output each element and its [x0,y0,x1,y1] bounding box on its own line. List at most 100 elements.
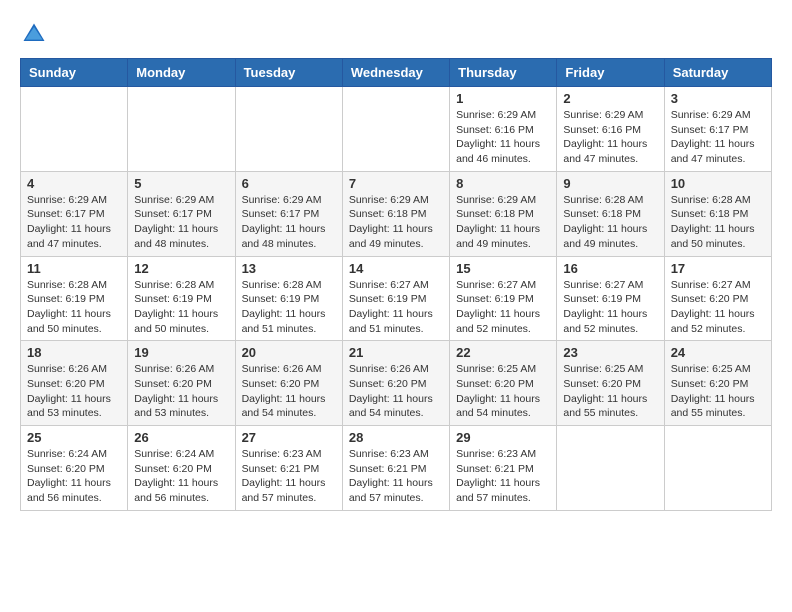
day-cell: 13 Sunrise: 6:28 AM Sunset: 6:19 PM Dayli… [235,256,342,341]
day-cell: 10 Sunrise: 6:28 AM Sunset: 6:18 PM Dayli… [664,171,771,256]
day-cell: 3Sunrise: 6:29 AM Sunset: 6:17 PM Daylig… [664,87,771,172]
logo [20,20,52,48]
day-number: 21 [349,345,443,360]
day-info: Sunrise: 6:29 AM Sunset: 6:18 PM Dayligh… [349,193,443,252]
day-cell [664,426,771,511]
day-number: 18 [27,345,121,360]
day-number: 23 [563,345,657,360]
day-info: Sunrise: 6:23 AM Sunset: 6:21 PM Dayligh… [349,447,443,506]
day-info: Sunrise: 6:29 AM Sunset: 6:17 PM Dayligh… [242,193,336,252]
logo-icon [20,20,48,48]
day-info: Sunrise: 6:29 AM Sunset: 6:17 PM Dayligh… [134,193,228,252]
day-info: Sunrise: 6:23 AM Sunset: 6:21 PM Dayligh… [456,447,550,506]
week-row-2: 4 Sunrise: 6:29 AM Sunset: 6:17 PM Daylig… [21,171,772,256]
day-cell: 21 Sunrise: 6:26 AM Sunset: 6:20 PM Dayli… [342,341,449,426]
day-number: 10 [671,176,765,191]
day-cell: 27 Sunrise: 6:23 AM Sunset: 6:21 PM Dayli… [235,426,342,511]
day-number: 25 [27,430,121,445]
day-number: 20 [242,345,336,360]
day-cell: 25 Sunrise: 6:24 AM Sunset: 6:20 PM Dayli… [21,426,128,511]
day-number: 7 [349,176,443,191]
day-info: Sunrise: 6:26 AM Sunset: 6:20 PM Dayligh… [27,362,121,421]
day-cell: 18 Sunrise: 6:26 AM Sunset: 6:20 PM Dayli… [21,341,128,426]
header-cell-sunday: Sunday [21,59,128,87]
day-number: 2 [563,91,657,106]
day-number: 13 [242,261,336,276]
day-info: Sunrise: 6:23 AM Sunset: 6:21 PM Dayligh… [242,447,336,506]
header-cell-wednesday: Wednesday [342,59,449,87]
day-cell: 8 Sunrise: 6:29 AM Sunset: 6:18 PM Daylig… [450,171,557,256]
day-cell [342,87,449,172]
day-cell: 14 Sunrise: 6:27 AM Sunset: 6:19 PM Dayli… [342,256,449,341]
day-cell: 6 Sunrise: 6:29 AM Sunset: 6:17 PM Daylig… [235,171,342,256]
day-number: 16 [563,261,657,276]
header-cell-monday: Monday [128,59,235,87]
day-cell: 17Sunrise: 6:27 AM Sunset: 6:20 PM Dayli… [664,256,771,341]
day-number: 14 [349,261,443,276]
day-number: 5 [134,176,228,191]
header-cell-saturday: Saturday [664,59,771,87]
day-cell: 5 Sunrise: 6:29 AM Sunset: 6:17 PM Daylig… [128,171,235,256]
day-cell: 2 Sunrise: 6:29 AM Sunset: 6:16 PM Daylig… [557,87,664,172]
day-cell: 22 Sunrise: 6:25 AM Sunset: 6:20 PM Dayli… [450,341,557,426]
day-cell [557,426,664,511]
day-info: Sunrise: 6:28 AM Sunset: 6:18 PM Dayligh… [671,193,765,252]
header-row: SundayMondayTuesdayWednesdayThursdayFrid… [21,59,772,87]
day-number: 22 [456,345,550,360]
day-number: 29 [456,430,550,445]
day-info: Sunrise: 6:29 AM Sunset: 6:16 PM Dayligh… [563,108,657,167]
day-info: Sunrise: 6:24 AM Sunset: 6:20 PM Dayligh… [134,447,228,506]
day-info: Sunrise: 6:25 AM Sunset: 6:20 PM Dayligh… [671,362,765,421]
day-number: 8 [456,176,550,191]
day-info: Sunrise: 6:25 AM Sunset: 6:20 PM Dayligh… [456,362,550,421]
day-info: Sunrise: 6:28 AM Sunset: 6:19 PM Dayligh… [242,278,336,337]
page-header [20,20,772,48]
day-number: 24 [671,345,765,360]
day-info: Sunrise: 6:27 AM Sunset: 6:19 PM Dayligh… [563,278,657,337]
day-number: 27 [242,430,336,445]
day-cell: 15Sunrise: 6:27 AM Sunset: 6:19 PM Dayli… [450,256,557,341]
day-info: Sunrise: 6:28 AM Sunset: 6:19 PM Dayligh… [134,278,228,337]
day-info: Sunrise: 6:28 AM Sunset: 6:19 PM Dayligh… [27,278,121,337]
day-number: 12 [134,261,228,276]
day-number: 28 [349,430,443,445]
day-cell: 12 Sunrise: 6:28 AM Sunset: 6:19 PM Dayli… [128,256,235,341]
day-number: 3 [671,91,765,106]
day-cell: 19 Sunrise: 6:26 AM Sunset: 6:20 PM Dayli… [128,341,235,426]
header-cell-tuesday: Tuesday [235,59,342,87]
week-row-3: 11Sunrise: 6:28 AM Sunset: 6:19 PM Dayli… [21,256,772,341]
day-info: Sunrise: 6:29 AM Sunset: 6:18 PM Dayligh… [456,193,550,252]
day-number: 4 [27,176,121,191]
day-cell [21,87,128,172]
week-row-4: 18 Sunrise: 6:26 AM Sunset: 6:20 PM Dayli… [21,341,772,426]
week-row-1: 1Sunrise: 6:29 AM Sunset: 6:16 PM Daylig… [21,87,772,172]
day-cell: 29 Sunrise: 6:23 AM Sunset: 6:21 PM Dayli… [450,426,557,511]
day-info: Sunrise: 6:28 AM Sunset: 6:18 PM Dayligh… [563,193,657,252]
day-number: 19 [134,345,228,360]
header-cell-thursday: Thursday [450,59,557,87]
day-cell: 1Sunrise: 6:29 AM Sunset: 6:16 PM Daylig… [450,87,557,172]
day-info: Sunrise: 6:24 AM Sunset: 6:20 PM Dayligh… [27,447,121,506]
day-info: Sunrise: 6:25 AM Sunset: 6:20 PM Dayligh… [563,362,657,421]
day-info: Sunrise: 6:26 AM Sunset: 6:20 PM Dayligh… [349,362,443,421]
day-cell: 7 Sunrise: 6:29 AM Sunset: 6:18 PM Daylig… [342,171,449,256]
header-cell-friday: Friday [557,59,664,87]
day-number: 26 [134,430,228,445]
day-info: Sunrise: 6:27 AM Sunset: 6:19 PM Dayligh… [349,278,443,337]
day-cell [235,87,342,172]
day-cell: 11Sunrise: 6:28 AM Sunset: 6:19 PM Dayli… [21,256,128,341]
day-cell: 23 Sunrise: 6:25 AM Sunset: 6:20 PM Dayli… [557,341,664,426]
day-cell: 24 Sunrise: 6:25 AM Sunset: 6:20 PM Dayli… [664,341,771,426]
day-info: Sunrise: 6:27 AM Sunset: 6:19 PM Dayligh… [456,278,550,337]
day-info: Sunrise: 6:26 AM Sunset: 6:20 PM Dayligh… [242,362,336,421]
day-info: Sunrise: 6:29 AM Sunset: 6:16 PM Dayligh… [456,108,550,167]
day-info: Sunrise: 6:29 AM Sunset: 6:17 PM Dayligh… [27,193,121,252]
week-row-5: 25 Sunrise: 6:24 AM Sunset: 6:20 PM Dayli… [21,426,772,511]
day-cell [128,87,235,172]
day-number: 6 [242,176,336,191]
day-number: 9 [563,176,657,191]
day-info: Sunrise: 6:26 AM Sunset: 6:20 PM Dayligh… [134,362,228,421]
day-cell: 28 Sunrise: 6:23 AM Sunset: 6:21 PM Dayli… [342,426,449,511]
day-cell: 4 Sunrise: 6:29 AM Sunset: 6:17 PM Daylig… [21,171,128,256]
calendar-table: SundayMondayTuesdayWednesdayThursdayFrid… [20,58,772,511]
